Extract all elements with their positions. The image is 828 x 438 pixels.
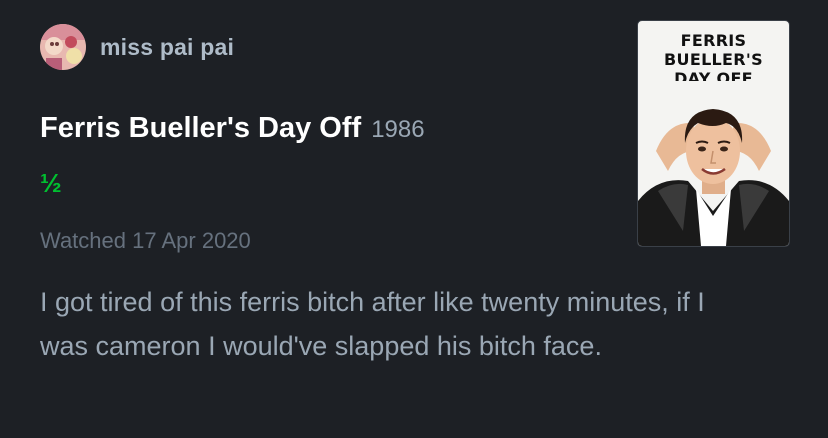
user-row[interactable]: miss pai pai bbox=[40, 24, 234, 70]
watched-date: Watched 17 Apr 2020 bbox=[40, 228, 251, 253]
review-card: miss pai pai Ferris Bueller's Day Off 19… bbox=[0, 0, 828, 438]
review-text: I got tired of this ferris bitch after l… bbox=[40, 287, 705, 361]
rating-stars: ½ bbox=[40, 168, 62, 198]
avatar[interactable] bbox=[40, 24, 86, 70]
username[interactable]: miss pai pai bbox=[100, 34, 234, 61]
film-poster[interactable]: FERRIS BUELLER'S DAY OFF bbox=[637, 20, 790, 247]
poster-image bbox=[638, 81, 789, 246]
film-title-row: Ferris Bueller's Day Off 1986 bbox=[40, 112, 425, 145]
poster-title: FERRIS BUELLER'S DAY OFF bbox=[664, 31, 763, 88]
film-title[interactable]: Ferris Bueller's Day Off bbox=[40, 112, 361, 145]
avatar-icon bbox=[40, 24, 86, 70]
film-year[interactable]: 1986 bbox=[371, 116, 424, 144]
